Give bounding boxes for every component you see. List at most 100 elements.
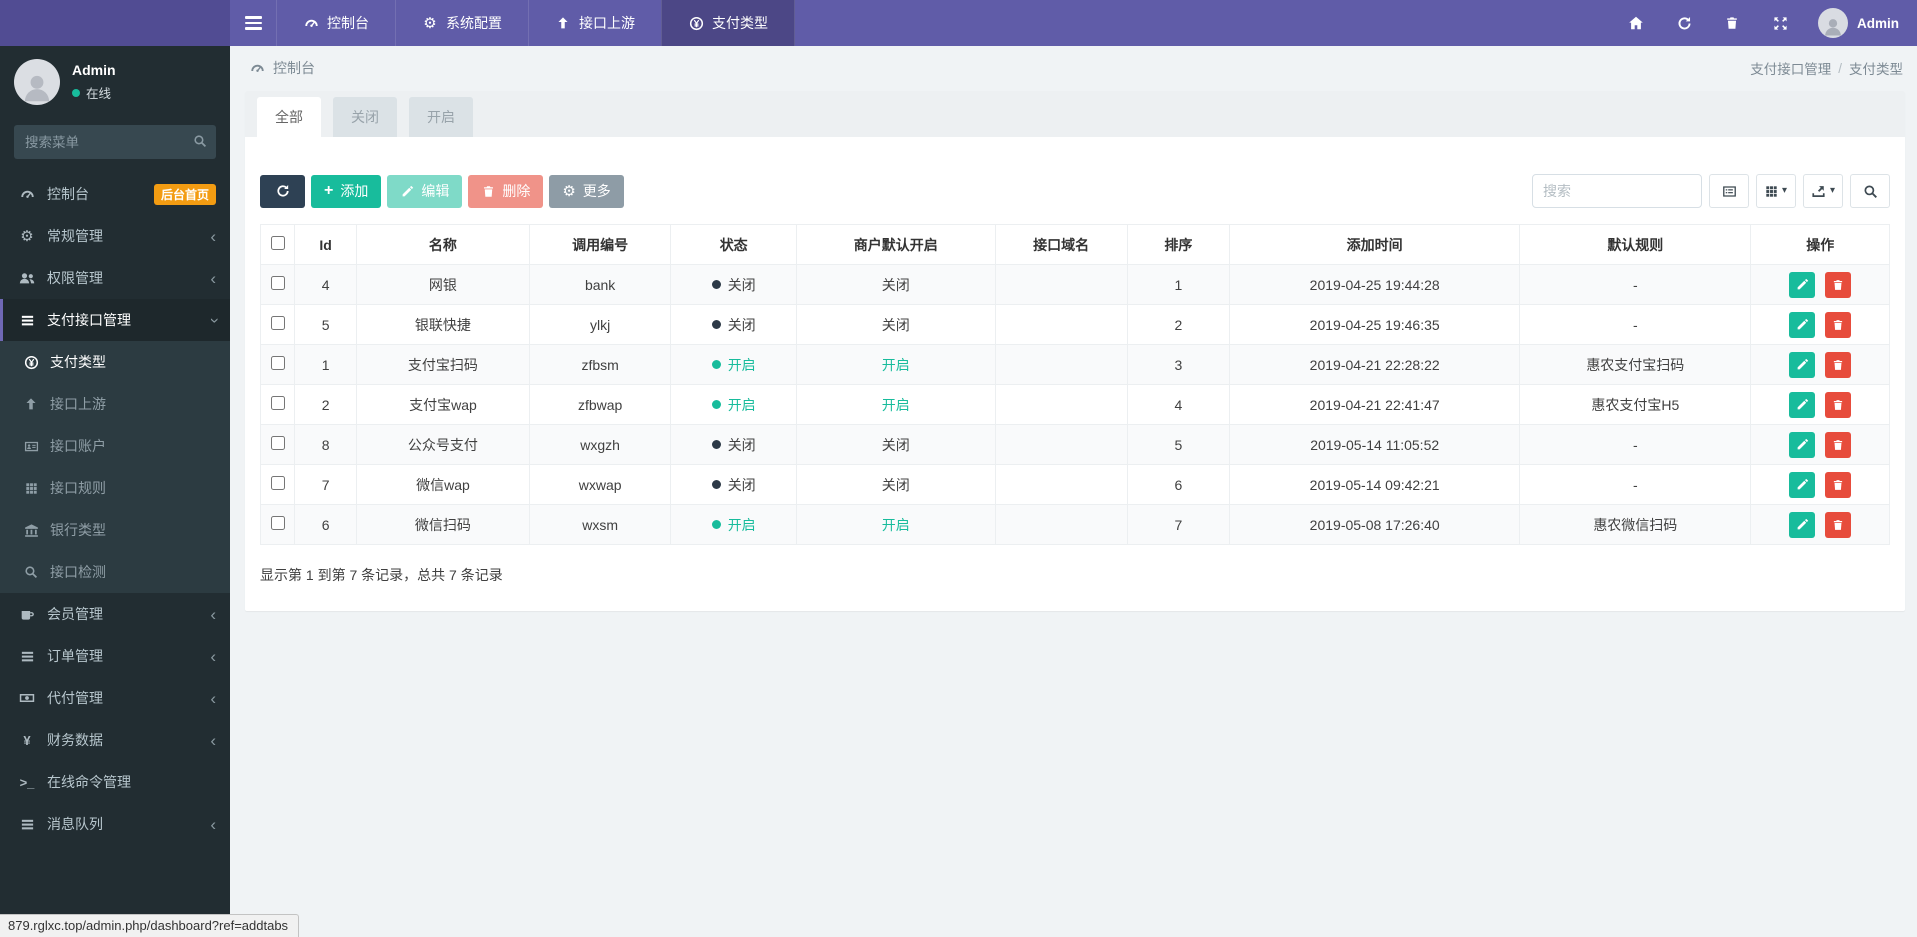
- row-delete-button[interactable]: [1825, 511, 1852, 538]
- sidebar-item-orders[interactable]: 订单管理 ‹: [0, 635, 230, 677]
- row-delete-button[interactable]: [1825, 471, 1852, 498]
- refresh-icon: [276, 184, 290, 198]
- table-panel: 全部 关闭 开启 +添加 编辑 删除 ⚙更多 ▾: [245, 91, 1905, 611]
- top-navbar: 控制台 ⚙ 系统配置 接口上游 支付类型 Admin: [0, 0, 1917, 46]
- chevron-left-icon: ‹: [210, 814, 216, 834]
- refresh-button[interactable]: [260, 174, 305, 208]
- row-checkbox[interactable]: [270, 516, 285, 530]
- fullscreen-icon[interactable]: [1770, 13, 1790, 33]
- banknote-icon: [17, 690, 37, 706]
- table-search-input[interactable]: [1532, 174, 1702, 208]
- nav-tab-system-config[interactable]: ⚙ 系统配置: [395, 0, 528, 46]
- col-header[interactable]: 状态: [670, 224, 797, 265]
- status-badge: 开启: [727, 516, 756, 533]
- status-badge: 关闭: [727, 316, 756, 333]
- edit-button[interactable]: 编辑: [387, 174, 463, 208]
- sidebar-subitem-bank-type[interactable]: 银行类型: [0, 509, 230, 551]
- breadcrumb-parent[interactable]: 支付接口管理: [1750, 58, 1831, 78]
- nav-tab-upstream[interactable]: 接口上游: [528, 0, 661, 46]
- sidebar-item-permissions[interactable]: 权限管理 ‹: [0, 257, 230, 299]
- col-header[interactable]: 接口域名: [994, 224, 1128, 265]
- search-toggle-button[interactable]: [1850, 174, 1890, 208]
- row-delete-button[interactable]: [1825, 311, 1852, 338]
- row-edit-button[interactable]: [1789, 391, 1816, 418]
- row-delete-button[interactable]: [1825, 351, 1852, 378]
- tab-open[interactable]: 开启: [409, 97, 473, 137]
- row-delete-button[interactable]: [1825, 391, 1852, 418]
- sidebar-subitem-rules[interactable]: 接口规则: [0, 467, 230, 509]
- list-icon: [17, 313, 37, 328]
- arrow-up-icon: [22, 397, 40, 411]
- col-header[interactable]: 排序: [1126, 224, 1231, 265]
- table-row: 7 微信wap wxwap 关闭 关闭 6 2019-05-14 09:42:2…: [259, 464, 1890, 505]
- sidebar-item-general[interactable]: ⚙ 常规管理 ‹: [0, 215, 230, 257]
- users-icon: [17, 270, 37, 286]
- sidebar-item-members[interactable]: 会员管理 ‹: [0, 593, 230, 635]
- sidebar-search: [14, 125, 216, 159]
- sidebar-item-commands[interactable]: >_ 在线命令管理: [0, 761, 230, 803]
- sidebar-item-label: 常规管理: [47, 228, 103, 244]
- row-checkbox[interactable]: [270, 396, 285, 410]
- sidebar-item-pay-interface[interactable]: 支付接口管理 ‹: [0, 299, 230, 341]
- row-checkbox[interactable]: [270, 476, 285, 490]
- chevron-left-icon: ‹: [210, 226, 216, 246]
- user-menu[interactable]: Admin: [1818, 8, 1899, 38]
- add-button[interactable]: + 添加: [311, 174, 382, 208]
- tab-all[interactable]: 全部: [257, 97, 321, 137]
- row-checkbox[interactable]: [270, 276, 285, 290]
- row-checkbox[interactable]: [270, 316, 285, 330]
- page-title: 控制台: [273, 60, 315, 76]
- export-button[interactable]: ▾: [1803, 174, 1843, 208]
- table-row: 1 支付宝扫码 zfbsm 开启 开启 3 2019-04-21 22:28:2…: [259, 344, 1890, 385]
- refresh-icon[interactable]: [1674, 13, 1694, 33]
- tab-closed[interactable]: 关闭: [333, 97, 397, 137]
- row-edit-button[interactable]: [1789, 271, 1816, 298]
- col-header[interactable]: 商户默认开启: [795, 224, 996, 265]
- status-badge: 开启: [727, 396, 756, 413]
- clear-cache-trash-icon[interactable]: [1722, 13, 1742, 33]
- sidebar-item-dashboard[interactable]: 控制台 后台首页: [0, 173, 230, 215]
- sidebar-subitem-check[interactable]: 接口检测: [0, 551, 230, 593]
- gauge-icon: [250, 61, 265, 76]
- detail-view-button[interactable]: [1709, 174, 1749, 208]
- plus-icon: +: [324, 182, 334, 199]
- nav-tab-pay-type[interactable]: 支付类型: [661, 0, 795, 46]
- menu-search-input[interactable]: [14, 125, 216, 159]
- row-checkbox[interactable]: [270, 436, 285, 450]
- status-dot-icon: [711, 400, 721, 409]
- gauge-icon: [17, 187, 37, 202]
- sidebar-item-label: 接口检测: [50, 564, 106, 580]
- sidebar-item-message-queue[interactable]: 消息队列 ‹: [0, 803, 230, 845]
- sidebar-subitem-pay-type[interactable]: 支付类型: [0, 341, 230, 383]
- row-edit-button[interactable]: [1789, 311, 1816, 338]
- status-dot-icon: [711, 360, 721, 369]
- sidebar-subitem-accounts[interactable]: 接口账户: [0, 425, 230, 467]
- row-delete-button[interactable]: [1825, 431, 1852, 458]
- select-all-checkbox[interactable]: [270, 236, 285, 250]
- sidebar-subitem-upstream[interactable]: 接口上游: [0, 383, 230, 425]
- sidebar-toggle-button[interactable]: [230, 0, 276, 46]
- col-header[interactable]: 默认规则: [1519, 224, 1752, 265]
- navbar-actions: Admin: [1626, 0, 1917, 46]
- sidebar-item-payouts[interactable]: 代付管理 ‹: [0, 677, 230, 719]
- home-icon[interactable]: [1626, 13, 1646, 33]
- row-edit-button[interactable]: [1789, 511, 1816, 538]
- status-dot-icon: [711, 480, 721, 489]
- col-header[interactable]: 调用编号: [528, 224, 672, 265]
- columns-button[interactable]: ▾: [1756, 174, 1796, 208]
- caret-down-icon: ▾: [1829, 185, 1836, 196]
- breadcrumb-current[interactable]: 支付类型: [1849, 58, 1903, 78]
- row-delete-button[interactable]: [1825, 271, 1852, 298]
- pay-type-icon: [688, 15, 704, 31]
- more-button[interactable]: ⚙ 更多: [549, 174, 624, 208]
- col-header[interactable]: Id: [294, 224, 358, 265]
- row-edit-button[interactable]: [1789, 431, 1816, 458]
- delete-button[interactable]: 删除: [468, 174, 544, 208]
- nav-tab-dashboard[interactable]: 控制台: [276, 0, 395, 46]
- sidebar-item-finance[interactable]: ¥ 财务数据 ‹: [0, 719, 230, 761]
- row-edit-button[interactable]: [1789, 351, 1816, 378]
- row-checkbox[interactable]: [270, 356, 285, 370]
- row-edit-button[interactable]: [1789, 471, 1816, 498]
- col-header[interactable]: 添加时间: [1229, 224, 1521, 265]
- col-header[interactable]: 名称: [356, 224, 530, 265]
